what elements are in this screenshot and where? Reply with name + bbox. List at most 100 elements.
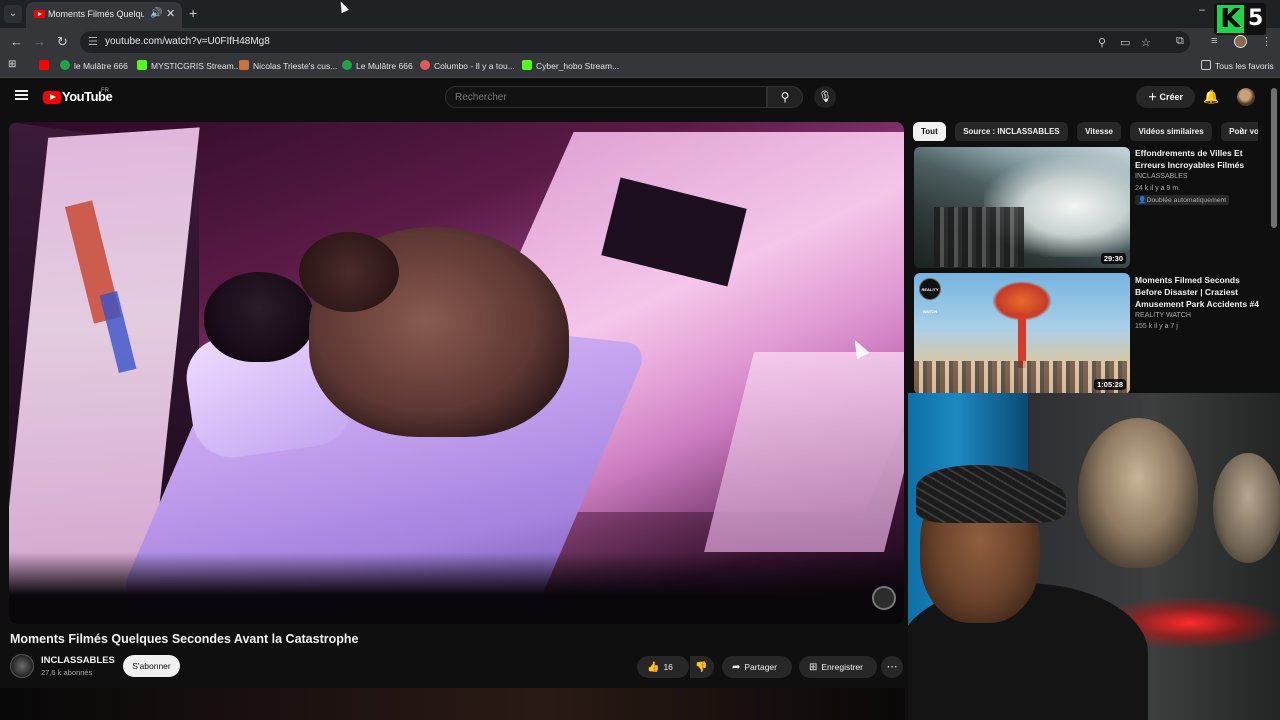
thumbs-up-icon: 👍	[647, 662, 660, 673]
video-title: Moments Filmés Quelques Secondes Avant l…	[10, 632, 359, 646]
close-tab-icon[interactable]: ✕	[166, 7, 175, 20]
bookmark-label: Columbo - Il y a tou...	[434, 61, 515, 71]
chip-source[interactable]: Source : INCLASSABLES	[955, 122, 1068, 141]
related-thumbnail-1[interactable]: 29:30	[914, 147, 1130, 268]
save-button[interactable]: ⊞ Enregistrer	[799, 656, 877, 678]
bookmark-label: Nicolas Trieste's cus...	[253, 61, 338, 71]
back-arrow-icon[interactable]: ←	[10, 34, 23, 49]
dislike-button[interactable]: 👎	[690, 656, 714, 678]
bookmark-item-6[interactable]: Cyber_hobo Stream...	[522, 60, 619, 71]
minimize-icon[interactable]: –	[1199, 4, 1205, 16]
bookmark-item-3[interactable]: Nicolas Trieste's cus...	[239, 60, 337, 71]
stream-logo-number: 5	[1248, 6, 1264, 31]
youtube-logo-icon[interactable]	[43, 91, 61, 104]
cast-icon[interactable]: ▭	[1120, 36, 1130, 49]
bookmark-item-5[interactable]: Columbo - Il y a tou...	[420, 60, 515, 71]
video-frame-bear-head	[299, 232, 399, 312]
related-channel-2[interactable]: REALITY WATCH	[1135, 312, 1191, 319]
chevron-right-icon[interactable]: ›	[1240, 124, 1244, 136]
bookmark-favicon-icon	[239, 60, 249, 70]
related-meta-1: 24 k il y a 9 m.	[1135, 185, 1181, 192]
browser-menu-icon[interactable]: ⋮	[1261, 35, 1272, 48]
new-tab-button[interactable]: +	[189, 5, 197, 21]
bookmark-favicon-icon	[420, 60, 430, 70]
profile-avatar[interactable]	[1234, 35, 1247, 48]
all-bookmarks-folder[interactable]: Tous les favoris	[1201, 60, 1274, 71]
youtube-favicon-icon	[34, 10, 45, 18]
mouse-cursor-icon	[337, 0, 349, 14]
related-title-2[interactable]: Moments Filmed Seconds Before Disaster |…	[1135, 274, 1263, 310]
user-avatar[interactable]	[1237, 88, 1255, 106]
save-label: Enregistrer	[821, 662, 863, 672]
browser-tab-bar: ⌄ Moments Filmés Quelques Secondes Avant…	[0, 0, 1280, 28]
subscribe-button[interactable]: S'abonner	[123, 655, 180, 677]
youtube-masthead: YouTube FR ⚲ 🎙 ＋ Créer 🔔	[0, 80, 1280, 116]
video-frame-floor	[9, 552, 904, 624]
like-count: 16	[663, 662, 673, 672]
forward-arrow-icon[interactable]: →	[33, 34, 46, 49]
notifications-bell-icon[interactable]: 🔔	[1203, 89, 1219, 105]
country-code: FR	[101, 88, 109, 94]
search-input[interactable]	[446, 87, 766, 107]
bookmark-youtube[interactable]	[39, 60, 53, 71]
chip-similar[interactable]: Vidéos similaires	[1130, 122, 1212, 141]
bookmark-item-4[interactable]: Le Mulâtre 666	[342, 60, 413, 71]
kick-icon	[522, 60, 532, 70]
tab-search-button[interactable]: ⌄	[4, 5, 22, 23]
related-title-1[interactable]: Effondrements de Villes Et Erreurs Incro…	[1135, 147, 1263, 171]
bookmark-label: le Mulâtre 666	[74, 61, 128, 71]
related-channel-1[interactable]: INCLASSABLES	[1135, 173, 1188, 180]
bookmark-item-2[interactable]: MYSTICGRIS Stream...	[137, 60, 241, 71]
microphone-icon: 🎙	[818, 91, 832, 103]
stream-logo: K 5	[1214, 3, 1266, 35]
bookmark-favicon-icon	[60, 60, 70, 70]
bookmark-item-1[interactable]: le Mulâtre 666	[60, 60, 128, 71]
chip-all[interactable]: Tout	[913, 122, 946, 141]
address-bar[interactable]: ☰ youtube.com/watch?v=U0FIfH48Mg8 ⚲ ▭ ☆	[80, 31, 1190, 53]
badge-label: Doublée automatiquement	[1146, 197, 1227, 204]
speaker-icon[interactable]: 🔊	[150, 8, 162, 19]
related-thumbnail-2[interactable]: REALITY WATCH 1:05:28	[914, 273, 1130, 394]
page-scrollbar[interactable]	[1271, 88, 1277, 228]
bookmark-label: MYSTICGRIS Stream...	[151, 61, 241, 71]
bookmarks-bar: ⊞ le Mulâtre 666 MYSTICGRIS Stream... Ni…	[0, 56, 1280, 78]
search-icon: ⚲	[780, 90, 790, 104]
address-url[interactable]: youtube.com/watch?v=U0FIfH48Mg8	[105, 36, 270, 47]
share-arrow-icon: ➦	[732, 662, 741, 673]
streamer-webcam	[908, 393, 1280, 720]
create-label: Créer	[1159, 92, 1184, 102]
more-actions-button[interactable]: ⋯	[881, 656, 903, 678]
kick-icon	[137, 60, 147, 70]
apps-grid-icon[interactable]: ⊞	[8, 59, 16, 70]
browser-tab-active[interactable]: Moments Filmés Quelques Secondes Avant l…	[26, 2, 182, 28]
bookmark-favicon-icon	[342, 60, 352, 70]
chip-speed[interactable]: Vitesse	[1077, 122, 1121, 141]
subscriber-count: 27,6 k abonnés	[41, 668, 93, 677]
zoom-icon[interactable]: ⚲	[1098, 36, 1106, 49]
like-button[interactable]: 👍 16	[637, 656, 689, 678]
bookmark-star-icon[interactable]: ☆	[1141, 36, 1151, 49]
hamburger-menu-icon[interactable]	[15, 90, 28, 100]
reload-icon[interactable]: ↻	[57, 34, 68, 50]
related-filter-chips: Tout Source : INCLASSABLES Vitesse Vidéo…	[913, 121, 1258, 141]
create-button[interactable]: ＋ Créer	[1136, 86, 1195, 108]
video-player[interactable]	[9, 122, 904, 624]
share-label: Partager	[744, 662, 777, 672]
bookmark-label: Cyber_hobo Stream...	[536, 61, 620, 71]
search-button[interactable]: ⚲	[767, 86, 803, 108]
share-button[interactable]: ➦ Partager	[722, 656, 792, 678]
search-box[interactable]	[445, 86, 767, 108]
media-control-icon[interactable]: ≡	[1211, 35, 1217, 47]
video-frame-person	[204, 272, 314, 362]
description-preview	[0, 688, 905, 720]
site-info-icon[interactable]: ☰	[88, 35, 98, 48]
channel-name[interactable]: INCLASSABLES	[41, 655, 115, 666]
webcam-skull-decor	[1213, 453, 1280, 563]
channel-avatar[interactable]	[10, 654, 34, 678]
youtube-icon	[39, 60, 49, 70]
extensions-icon[interactable]: ⧉	[1176, 35, 1184, 48]
voice-search-button[interactable]: 🎙	[814, 86, 836, 108]
channel-watermark-icon[interactable]	[872, 586, 896, 610]
kick-logo-icon: K	[1217, 5, 1244, 33]
all-bookmarks-label: Tous les favoris	[1215, 61, 1274, 71]
